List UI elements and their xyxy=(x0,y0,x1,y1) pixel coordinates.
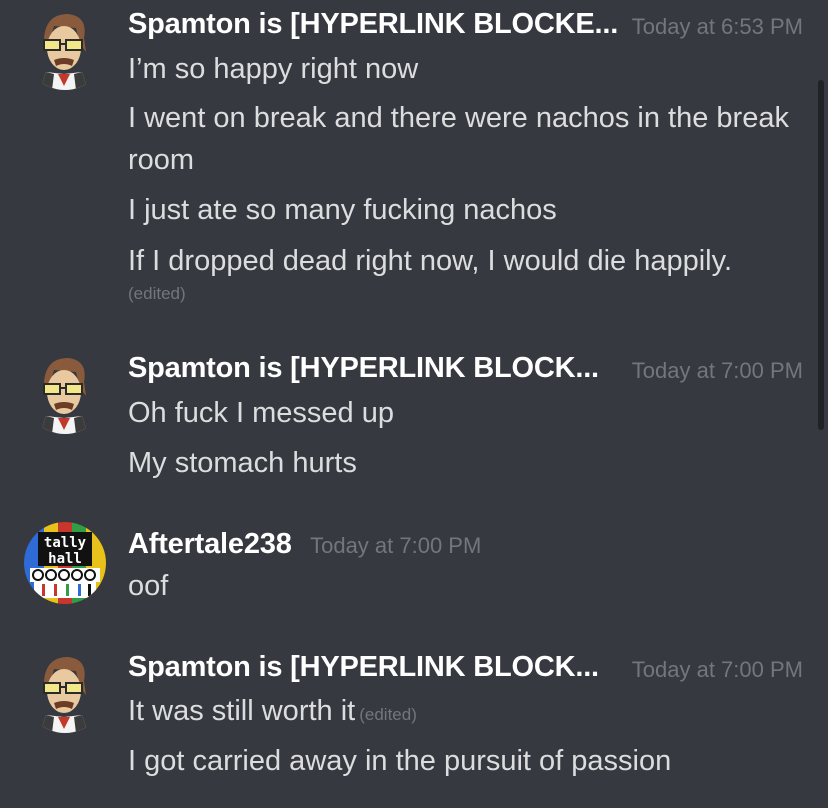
username[interactable]: Spamton is [HYPERLINK BLOCK... xyxy=(128,651,599,683)
tally-hall-avatar-icon[interactable]: tally hall xyxy=(24,522,106,604)
tally-text: tally xyxy=(44,535,87,551)
message-header: Spamton is [HYPERLINK BLOCK... Today at … xyxy=(128,352,808,385)
timestamp: Today at 7:00 PM xyxy=(631,358,803,383)
message-text: I’m so happy right now xyxy=(128,53,419,85)
message-header: Aftertale238 Today at 7:00 PM xyxy=(128,528,808,561)
message-header: Spamton is [HYPERLINK BLOCK... Today at … xyxy=(128,651,808,684)
message-text-content: It was still worth it xyxy=(128,695,356,727)
timestamp: Today at 7:00 PM xyxy=(310,533,482,558)
message-text: I just ate so many fucking nachos xyxy=(128,194,557,226)
message-text: My stomach hurts xyxy=(128,447,357,479)
message-text: oof xyxy=(128,570,169,602)
message-text: I got carried away in the pursuit of pas… xyxy=(128,745,672,777)
scrollbar[interactable] xyxy=(818,80,824,430)
message-header: Spamton is [HYPERLINK BLOCKE... Today at… xyxy=(128,8,808,41)
message-text: It was still worth it (edited) xyxy=(128,690,806,736)
spamton-avatar-icon[interactable] xyxy=(24,651,106,733)
username[interactable]: Aftertale238 xyxy=(128,528,292,560)
spamton-avatar-icon[interactable] xyxy=(24,352,106,434)
edited-label: (edited) xyxy=(128,284,186,303)
edited-label: (edited) xyxy=(359,705,417,724)
message-text: I went on break and there were nachos in… xyxy=(128,102,789,176)
username[interactable]: Spamton is [HYPERLINK BLOCKE... xyxy=(128,8,618,40)
username[interactable]: Spamton is [HYPERLINK BLOCK... xyxy=(128,352,599,384)
hall-text: hall xyxy=(48,551,82,567)
timestamp: Today at 6:53 PM xyxy=(631,14,803,39)
message-text: Oh fuck I messed up xyxy=(128,397,394,429)
timestamp: Today at 7:00 PM xyxy=(631,657,803,682)
spamton-avatar-icon[interactable] xyxy=(24,8,106,90)
